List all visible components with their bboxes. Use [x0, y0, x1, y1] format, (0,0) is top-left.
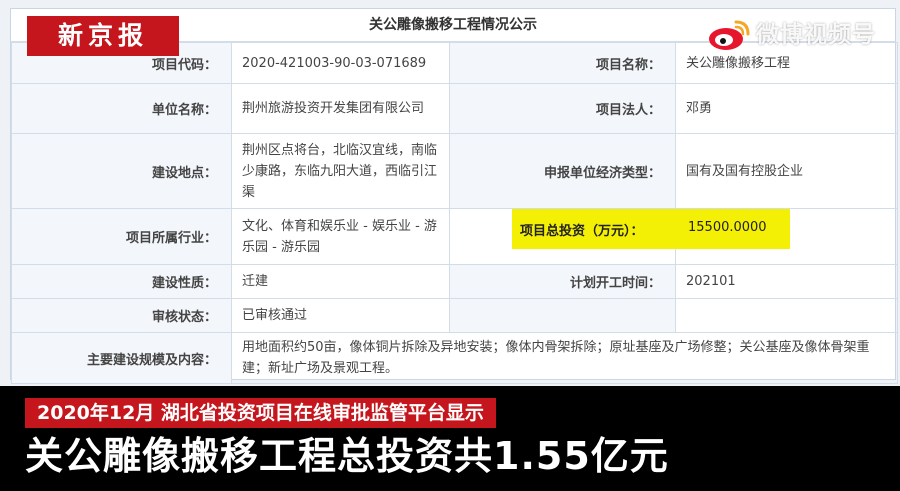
table-row: 审核状态： 已审核通过 — [11, 298, 898, 333]
construction-nature-value: 迁建 — [231, 264, 450, 299]
review-status-label: 审核状态： — [11, 298, 232, 333]
project-code-value: 2020-421003-90-03-071689 — [231, 42, 450, 84]
empty-value-cell — [675, 298, 898, 333]
weibo-watermark-text: 微博视频号 — [756, 22, 876, 48]
location-label: 建设地点： — [11, 133, 232, 209]
empty-label-cell — [449, 298, 676, 333]
weibo-watermark: 微博视频号 — [706, 10, 896, 62]
scope-value: 用地面积约50亩，像体铜片拆除及异地安装；像体内骨架拆除；原址基座及广场修整；关… — [231, 332, 898, 384]
table-row: 建设性质： 迁建 计划开工时间： 202101 — [11, 264, 898, 299]
project-info-panel: 关公雕像搬移工程情况公示 项目代码： 2020-421003-90-03-071… — [10, 8, 898, 384]
table-row: 主要建设规模及内容： 用地面积约50亩，像体铜片拆除及异地安装；像体内骨架拆除；… — [11, 332, 898, 384]
company-name-value: 荆州旅游投资开发集团有限公司 — [231, 83, 450, 134]
legal-person-value: 邓勇 — [675, 83, 898, 134]
economic-type-value: 国有及国有控股企业 — [675, 133, 898, 209]
review-status-value: 已审核通过 — [231, 298, 450, 333]
xinjingbao-logo: 新京报 — [27, 16, 179, 56]
location-value: 荆州区点将台，北临汉宜线，南临少康路，东临九阳大道，西临引江渠 — [231, 133, 450, 209]
construction-nature-label: 建设性质： — [11, 264, 232, 299]
project-name-label: 项目名称： — [449, 42, 676, 84]
total-investment-label: 项目总投资（万元）： — [520, 224, 644, 239]
table-row: 建设地点： 荆州区点将台，北临汉宜线，南临少康路，东临九阳大道，西临引江渠 申报… — [11, 133, 898, 209]
legal-person-label: 项目法人： — [449, 83, 676, 134]
weibo-icon — [709, 20, 750, 50]
scope-label: 主要建设规模及内容： — [11, 332, 232, 384]
company-name-label: 单位名称： — [11, 83, 232, 134]
planned-start-label: 计划开工时间： — [449, 264, 676, 299]
planned-start-value: 202101 — [675, 264, 898, 299]
caption-date-line: 2020年12月 湖北省投资项目在线审批监管平台显示 — [25, 398, 496, 428]
caption-headline: 关公雕像搬移工程总投资共1.55亿元 — [25, 434, 669, 478]
table-row: 单位名称： 荆州旅游投资开发集团有限公司 项目法人： 邓勇 — [11, 83, 898, 134]
economic-type-label: 申报单位经济类型： — [449, 133, 676, 209]
industry-value: 文化、体育和娱乐业 - 娱乐业 - 游乐园 - 游乐园 — [231, 208, 450, 265]
industry-label: 项目所属行业： — [11, 208, 232, 265]
total-investment-value: 15500.0000 — [688, 220, 767, 235]
